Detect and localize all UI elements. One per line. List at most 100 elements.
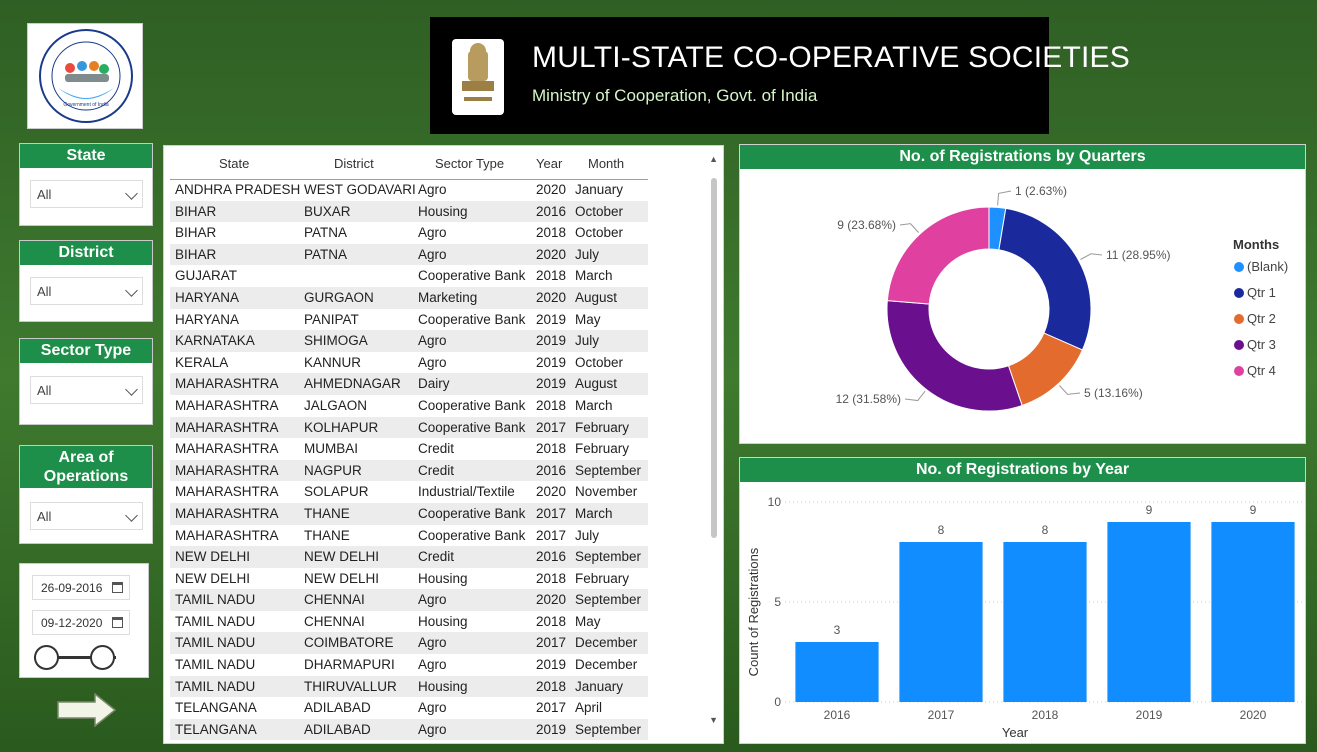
table-row[interactable]: MAHARASHTRA THANE Cooperative Bank 2017 Marc… bbox=[170, 502, 648, 525]
table-row[interactable]: ANDHRA PRADESH WEST GODAVARI Agro 2020 Janua… bbox=[170, 179, 648, 201]
calendar-icon[interactable] bbox=[112, 617, 123, 628]
scroll-down-icon[interactable]: ▼ bbox=[709, 715, 718, 725]
cell-district: KANNUR bbox=[304, 354, 362, 370]
cell-state: TAMIL NADU bbox=[175, 592, 256, 608]
table-row[interactable]: MAHARASHTRA SOLAPUR Industrial/Textile 2020… bbox=[170, 481, 648, 503]
table-row[interactable]: TAMIL NADU COIMBATORE Agro 2017 December bbox=[170, 632, 648, 655]
bar-2020[interactable] bbox=[1211, 522, 1295, 702]
bar-2016[interactable] bbox=[795, 642, 879, 702]
column-header-month[interactable]: Month bbox=[588, 156, 624, 171]
cell-year: 2016 bbox=[536, 549, 567, 565]
table-row[interactable]: BIHAR BUXAR Housing 2016 October bbox=[170, 200, 648, 223]
table-row[interactable]: TELANGANA ADILABAD Agro 2017 April bbox=[170, 697, 648, 719]
start-date-field[interactable]: 26-09-2016 bbox=[32, 575, 130, 600]
column-header-year[interactable]: Year bbox=[536, 156, 562, 171]
table-row[interactable]: MAHARASHTRA KOLHAPUR Cooperative Bank 2017 F… bbox=[170, 416, 648, 439]
column-header-sector-type[interactable]: Sector Type bbox=[435, 156, 504, 171]
column-header-state[interactable]: State bbox=[219, 156, 249, 171]
area-of-operations-slicer-label: Area of Operations bbox=[20, 446, 152, 488]
cell-year: 2018 bbox=[536, 268, 567, 284]
donut-slice-qtr-4[interactable] bbox=[886, 206, 990, 305]
cell-sector-type: Marketing bbox=[418, 289, 478, 305]
cell-state: HARYANA bbox=[175, 311, 240, 327]
table-row[interactable]: TAMIL NADU CHENNAI Agro 2020 September bbox=[170, 589, 648, 611]
national-emblem-icon bbox=[452, 39, 504, 115]
year-chart-panel: No. of Registrations by Year 0 5 10 3 2016 8 2… bbox=[739, 457, 1306, 744]
end-date-field[interactable]: 09-12-2020 bbox=[32, 610, 130, 635]
table-row[interactable]: TAMIL NADU CHENNAI Housing 2018 May bbox=[170, 611, 648, 633]
cell-sector-type: Housing bbox=[418, 678, 468, 694]
chevron-down-icon bbox=[125, 509, 138, 522]
cell-district: MUMBAI bbox=[304, 441, 358, 457]
cell-sector-type: Housing bbox=[418, 203, 468, 219]
cell-year: 2018 bbox=[536, 613, 567, 629]
area-of-operations-dropdown[interactable]: All bbox=[30, 502, 143, 530]
cell-year: 2016 bbox=[536, 462, 567, 478]
legend-item-qtr-3[interactable]: Qtr 3 bbox=[1247, 337, 1276, 352]
next-page-arrow-button[interactable] bbox=[57, 693, 117, 727]
table-row[interactable]: HARYANA PANIPAT Cooperative Bank 2019 May bbox=[170, 309, 648, 331]
state-dropdown[interactable]: All bbox=[30, 180, 143, 208]
table-row[interactable]: MAHARASHTRA JALGAON Cooperative Bank 2018 Ma… bbox=[170, 395, 648, 417]
logo-footer-text: Government of India bbox=[63, 102, 109, 108]
table-row[interactable]: BIHAR PATNA Agro 2018 October bbox=[170, 222, 648, 244]
cell-sector-type: Cooperative Bank bbox=[418, 505, 526, 521]
cell-year: 2019 bbox=[536, 721, 567, 737]
cell-state: TAMIL NADU bbox=[175, 635, 256, 651]
table-row[interactable]: HARYANA GURGAON Marketing 2020 August bbox=[170, 286, 648, 309]
cell-month: February bbox=[575, 441, 630, 457]
donut-slice-qtr-3[interactable] bbox=[886, 300, 1023, 412]
legend-item-qtr-2[interactable]: Qtr 2 bbox=[1247, 311, 1276, 326]
cell-district: THANE bbox=[304, 527, 350, 543]
scroll-up-icon[interactable]: ▲ bbox=[709, 154, 718, 164]
column-header-district[interactable]: District bbox=[334, 156, 374, 171]
date-slider-start-handle[interactable] bbox=[34, 645, 59, 670]
cell-state: NEW DELHI bbox=[175, 549, 251, 565]
table-scrollbar-thumb[interactable] bbox=[711, 178, 717, 538]
cell-district: DHARMAPURI bbox=[304, 657, 395, 673]
mscs-logo-graphic: Government of India bbox=[39, 29, 133, 123]
banner-title: MULTI-STATE CO-OPERATIVE SOCIETIES bbox=[532, 41, 1130, 74]
table-row[interactable]: TELANGANA ADILABAD Agro 2019 September bbox=[170, 718, 648, 741]
cell-sector-type: Agro bbox=[418, 657, 447, 673]
table-row[interactable]: MAHARASHTRA THANE Cooperative Bank 2017 July bbox=[170, 525, 648, 547]
table-row[interactable]: NEW DELHI NEW DELHI Housing 2018 February bbox=[170, 568, 648, 590]
bar-2019[interactable] bbox=[1107, 522, 1191, 702]
cell-year: 2019 bbox=[536, 657, 567, 673]
table-row[interactable]: KERALA KANNUR Agro 2019 October bbox=[170, 352, 648, 374]
cell-district: NAGPUR bbox=[304, 462, 362, 478]
table-row[interactable]: BIHAR PATNA Agro 2020 July bbox=[170, 243, 648, 266]
state-slicer-label: State bbox=[20, 144, 152, 168]
table-row[interactable]: NEW DELHI NEW DELHI Credit 2016 September bbox=[170, 546, 648, 568]
bar-2018[interactable] bbox=[1003, 542, 1087, 702]
cell-district: CHENNAI bbox=[304, 613, 365, 629]
table-row[interactable]: GUJARAT Cooperative Bank 2018 March bbox=[170, 265, 648, 287]
legend-item-qtr-4[interactable]: Qtr 4 bbox=[1247, 363, 1276, 378]
date-slider-end-handle[interactable] bbox=[90, 645, 115, 670]
donut-data-label-blank: 1 (2.63%) bbox=[1015, 184, 1067, 198]
y-tick-label: 10 bbox=[768, 495, 782, 509]
table-row[interactable]: MAHARASHTRA MUMBAI Credit 2018 February bbox=[170, 438, 648, 460]
table-row[interactable]: MAHARASHTRA NAGPUR Credit 2016 September bbox=[170, 459, 648, 482]
donut-slice-qtr-1[interactable] bbox=[998, 207, 1092, 351]
area-of-operations-slicer: Area of Operations All bbox=[19, 445, 153, 544]
legend-item-blank[interactable]: (Blank) bbox=[1247, 259, 1288, 274]
end-date-value: 09-12-2020 bbox=[41, 616, 103, 630]
cell-month: September bbox=[575, 549, 642, 565]
bar-2017[interactable] bbox=[899, 542, 983, 702]
cell-sector-type: Cooperative Bank bbox=[418, 527, 526, 543]
table-row[interactable]: KARNATAKA SHIMOGA Agro 2019 July bbox=[170, 330, 648, 352]
cell-district: PATNA bbox=[304, 225, 348, 241]
table-row[interactable]: MAHARASHTRA AHMEDNAGAR Dairy 2019 August bbox=[170, 373, 648, 395]
district-dropdown[interactable]: All bbox=[30, 277, 143, 305]
cell-state: HARYANA bbox=[175, 289, 240, 305]
cell-district: SHIMOGA bbox=[304, 333, 368, 349]
legend-item-qtr-1[interactable]: Qtr 1 bbox=[1247, 285, 1276, 300]
district-dropdown-value: All bbox=[37, 284, 52, 299]
table-row[interactable]: TAMIL NADU THIRUVALLUR Housing 2018 January bbox=[170, 675, 648, 698]
calendar-icon[interactable] bbox=[112, 582, 123, 593]
cell-month: October bbox=[575, 203, 624, 219]
state-slicer: State All bbox=[19, 143, 153, 226]
table-row[interactable]: TAMIL NADU DHARMAPURI Agro 2019 December bbox=[170, 654, 648, 676]
sector-type-dropdown[interactable]: All bbox=[30, 376, 143, 404]
